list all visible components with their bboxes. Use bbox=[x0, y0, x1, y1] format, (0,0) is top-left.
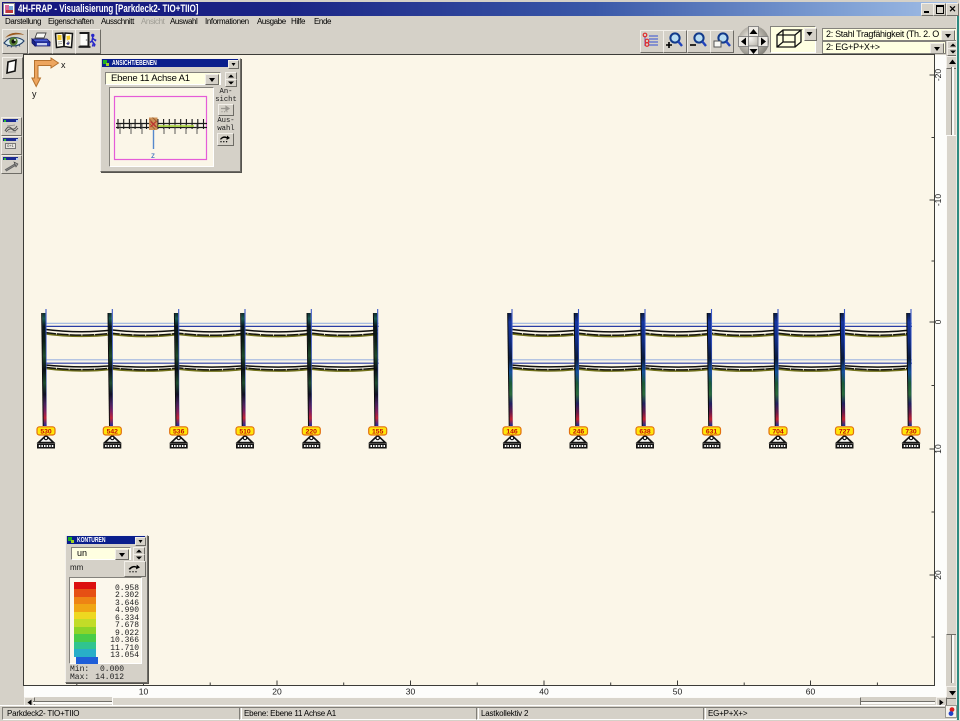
svg-text:30: 30 bbox=[406, 687, 416, 697]
svg-text:-20: -20 bbox=[933, 69, 943, 82]
svg-text:z: z bbox=[151, 151, 155, 160]
svg-text:60: 60 bbox=[806, 687, 816, 697]
svg-text:20: 20 bbox=[272, 687, 282, 697]
svg-text:-10: -10 bbox=[933, 194, 943, 207]
svg-text:0: 0 bbox=[933, 319, 943, 324]
svg-text:20: 20 bbox=[933, 570, 943, 580]
svg-text:10: 10 bbox=[139, 687, 149, 697]
svg-text:40: 40 bbox=[539, 687, 549, 697]
svg-text:10: 10 bbox=[933, 444, 943, 454]
svg-text:50: 50 bbox=[673, 687, 683, 697]
